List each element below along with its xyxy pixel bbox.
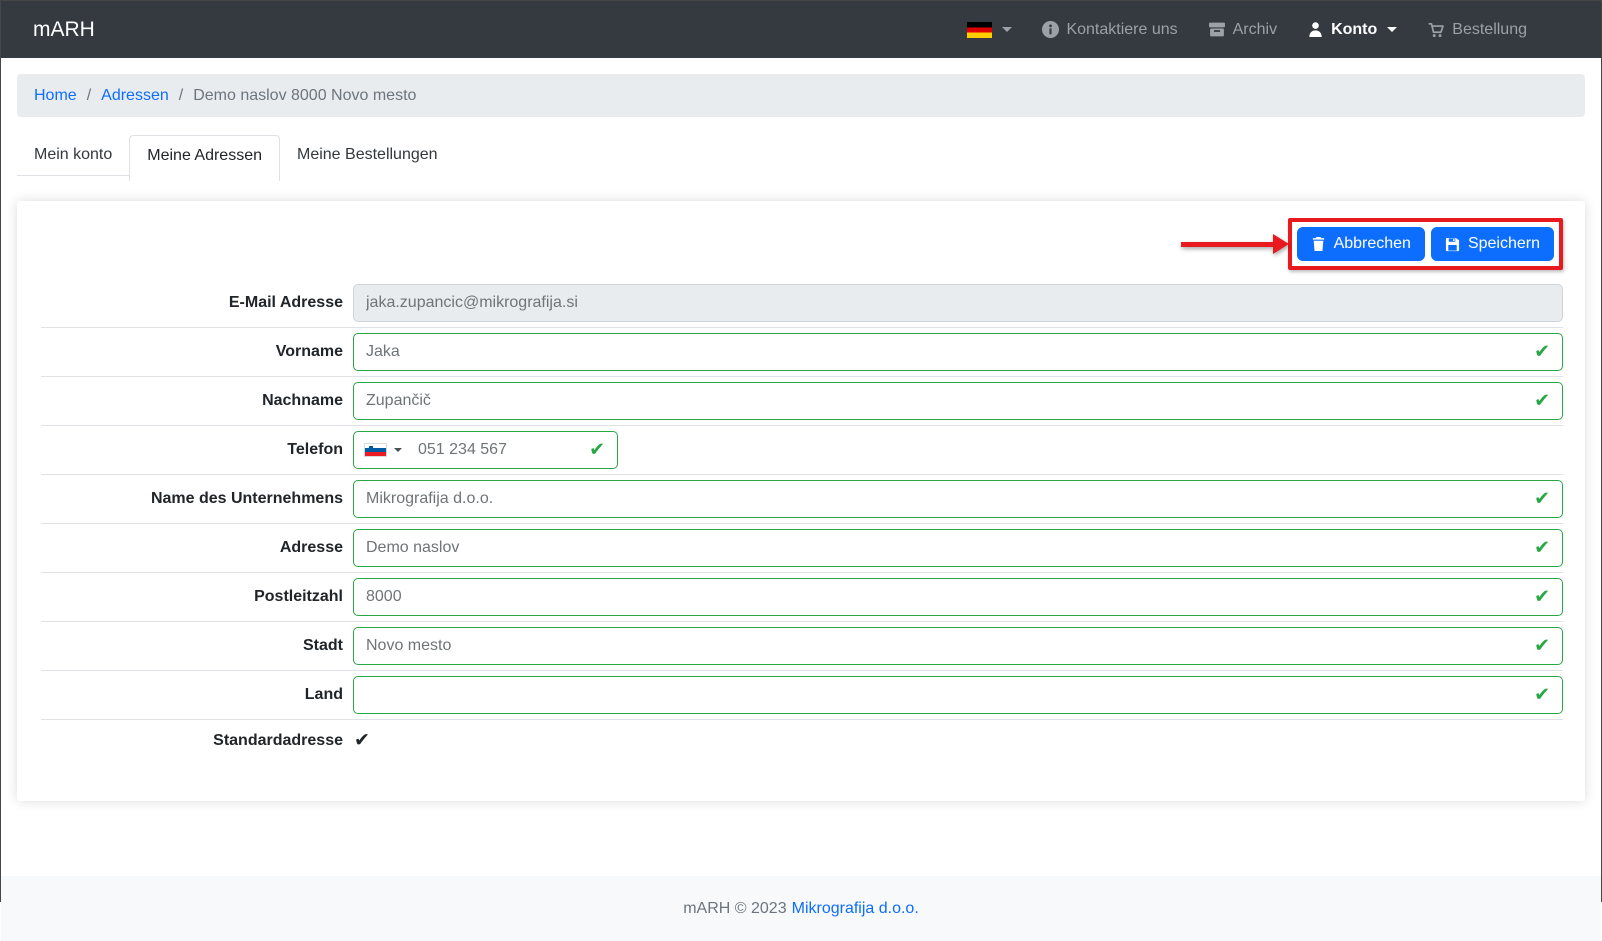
footer-copyright: mARH © 2023 bbox=[683, 899, 787, 917]
form-row-phone: Telefon ✔ bbox=[41, 425, 1563, 474]
top-navbar: mARH Kontaktiere uns Archiv Konto Bestel… bbox=[1, 1, 1601, 58]
nav-item-archive[interactable]: Archiv bbox=[1208, 21, 1277, 39]
valid-check-icon: ✔ bbox=[1534, 537, 1550, 559]
breadcrumb-current-page: Demo naslov 8000 Novo mesto bbox=[193, 86, 417, 104]
german-flag-icon bbox=[967, 21, 993, 38]
firstname-label: Vorname bbox=[275, 343, 343, 360]
email-field bbox=[353, 284, 1563, 322]
valid-check-icon: ✔ bbox=[1534, 635, 1550, 657]
account-tabs: Mein konto Meine Adressen Meine Bestellu… bbox=[17, 135, 1585, 181]
slovenia-flag-icon bbox=[365, 444, 386, 456]
phone-label: Telefon bbox=[287, 441, 343, 458]
nav-item-account[interactable]: Konto bbox=[1307, 20, 1398, 39]
address-label: Adresse bbox=[279, 539, 343, 556]
zip-field[interactable] bbox=[353, 578, 1563, 616]
address-form-card: Abbrechen Speichern E-Mail Adresse Vorna… bbox=[17, 201, 1585, 801]
cancel-button-label: Abbrechen bbox=[1333, 235, 1411, 252]
trash-icon bbox=[1312, 236, 1324, 252]
valid-check-icon: ✔ bbox=[1534, 586, 1550, 608]
navbar-menu: Kontaktiere uns Archiv Konto Bestellung bbox=[967, 21, 1527, 39]
form-row-company: Name des Unternehmens ✔ bbox=[41, 474, 1563, 523]
phone-country-dropdown[interactable] bbox=[365, 444, 402, 456]
company-field[interactable] bbox=[353, 480, 1563, 518]
breadcrumb: Home / Adressen / Demo naslov 8000 Novo … bbox=[17, 74, 1585, 117]
person-icon bbox=[1309, 22, 1322, 37]
firstname-field[interactable] bbox=[353, 333, 1563, 371]
nav-item-contact-us[interactable]: Kontaktiere uns bbox=[1042, 20, 1178, 39]
footer-company-link[interactable]: Mikrografija d.o.o. bbox=[792, 900, 919, 918]
save-button-label: Speichern bbox=[1467, 235, 1540, 252]
form-row-zip: Postleitzahl ✔ bbox=[41, 572, 1563, 621]
address-field[interactable] bbox=[353, 529, 1563, 567]
breadcrumb-addresses-link[interactable]: Adressen bbox=[101, 87, 169, 105]
cancel-button[interactable]: Abbrechen bbox=[1296, 227, 1425, 261]
save-button[interactable]: Speichern bbox=[1430, 227, 1554, 261]
form-row-firstname: Vorname ✔ bbox=[41, 327, 1563, 376]
app-brand[interactable]: mARH bbox=[33, 18, 95, 42]
email-label: E-Mail Adresse bbox=[228, 294, 343, 311]
form-row-email: E-Mail Adresse bbox=[41, 279, 1563, 327]
form-row-country: Land ✔ bbox=[41, 670, 1563, 719]
breadcrumb-separator: / bbox=[86, 86, 92, 104]
language-dropdown[interactable] bbox=[967, 21, 1013, 38]
order-icon bbox=[1428, 22, 1445, 37]
lastname-field[interactable] bbox=[353, 382, 1563, 420]
tab-my-addresses[interactable]: Meine Adressen bbox=[129, 135, 280, 181]
breadcrumb-separator: / bbox=[178, 86, 184, 104]
form-row-address: Adresse ✔ bbox=[41, 523, 1563, 572]
zip-label: Postleitzahl bbox=[254, 588, 343, 605]
valid-check-icon: ✔ bbox=[1534, 684, 1550, 706]
valid-check-icon: ✔ bbox=[1534, 341, 1550, 363]
default-address-check-icon[interactable]: ✔ bbox=[353, 730, 370, 751]
nav-item-label: Bestellung bbox=[1452, 20, 1527, 38]
annotation-highlight-box: Abbrechen Speichern bbox=[1287, 218, 1563, 270]
country-label: Land bbox=[304, 686, 343, 703]
country-field[interactable] bbox=[353, 676, 1563, 714]
info-icon bbox=[1042, 21, 1060, 38]
phone-field-area: ✔ bbox=[353, 431, 618, 469]
chevron-down-icon bbox=[1002, 27, 1013, 32]
valid-check-icon: ✔ bbox=[589, 439, 605, 461]
form-row-lastname: Nachname ✔ bbox=[41, 376, 1563, 425]
lastname-label: Nachname bbox=[262, 392, 343, 409]
valid-check-icon: ✔ bbox=[1534, 390, 1550, 412]
chevron-down-icon bbox=[1387, 27, 1398, 32]
chevron-down-icon bbox=[394, 448, 402, 452]
form-row-default-address: Standardadresse ✔ bbox=[41, 719, 1563, 761]
valid-check-icon: ✔ bbox=[1534, 488, 1550, 510]
email-field-area bbox=[353, 284, 1563, 322]
nav-item-label: Archiv bbox=[1232, 20, 1278, 38]
breadcrumb-home-link[interactable]: Home bbox=[34, 87, 77, 105]
nav-item-label: Kontaktiere uns bbox=[1066, 20, 1178, 38]
city-field[interactable] bbox=[353, 627, 1563, 665]
nav-item-order[interactable]: Bestellung bbox=[1427, 21, 1527, 39]
save-icon bbox=[1445, 237, 1460, 251]
form-row-city: Stadt ✔ bbox=[41, 621, 1563, 670]
tab-my-account[interactable]: Mein konto bbox=[17, 135, 130, 176]
nav-item-label: Konto bbox=[1331, 20, 1378, 38]
archive-icon bbox=[1208, 22, 1225, 37]
company-label: Name des Unternehmens bbox=[150, 490, 343, 507]
page-footer: mARH © 2023 Mikrografija d.o.o. bbox=[1, 876, 1601, 941]
page-content: Home / Adressen / Demo naslov 8000 Novo … bbox=[1, 58, 1601, 876]
default-address-label: Standardadresse bbox=[213, 731, 343, 749]
city-label: Stadt bbox=[303, 637, 343, 654]
tab-my-orders[interactable]: Meine Bestellungen bbox=[280, 135, 455, 175]
form-toolbar: Abbrechen Speichern bbox=[41, 215, 1563, 273]
annotation-arrow bbox=[1180, 234, 1289, 254]
